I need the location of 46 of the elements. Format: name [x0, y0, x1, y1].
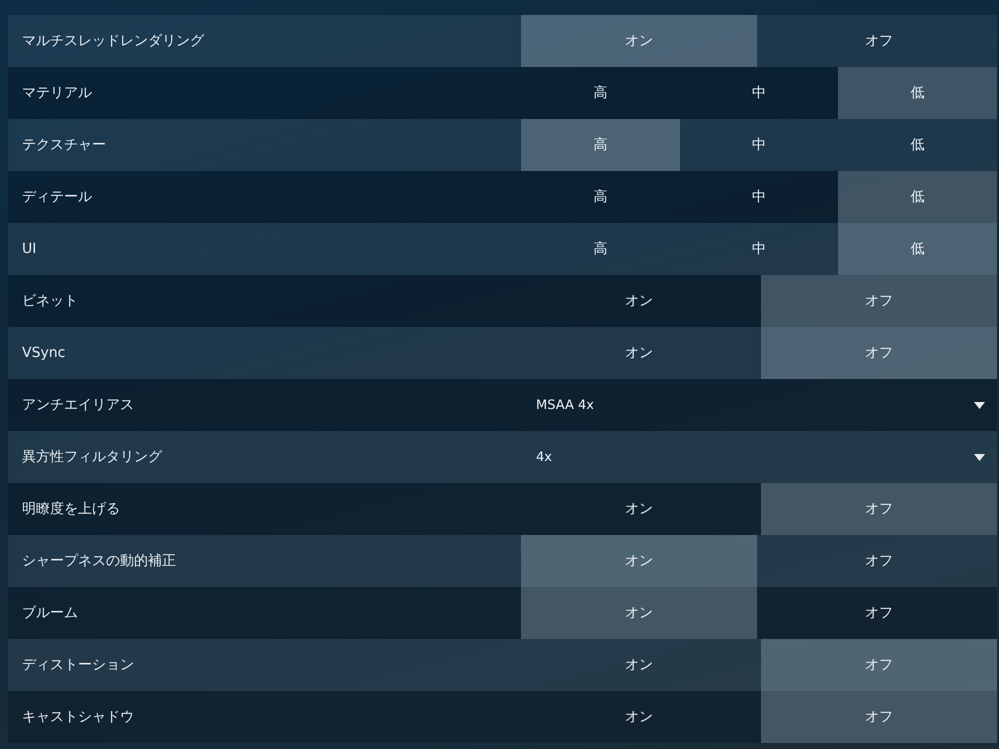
- option-button[interactable]: オフ: [761, 327, 997, 379]
- setting-label: ブルーム: [21, 604, 78, 622]
- option-button[interactable]: オン: [521, 535, 757, 587]
- setting-label: テクスチャー: [21, 136, 106, 154]
- caret-icon: [974, 454, 985, 460]
- option-button[interactable]: オン: [521, 639, 757, 691]
- option-button[interactable]: オン: [521, 15, 757, 67]
- setting-label: ディストーション: [21, 656, 134, 674]
- setting-label: UI: [21, 241, 36, 257]
- option-button[interactable]: 高: [521, 223, 680, 275]
- option-button[interactable]: オフ: [761, 15, 997, 67]
- option-button[interactable]: 低: [838, 171, 998, 223]
- option-button[interactable]: オン: [521, 327, 757, 379]
- option-button[interactable]: 低: [838, 67, 998, 119]
- dropdown[interactable]: 4x: [521, 431, 997, 483]
- option-button[interactable]: オン: [521, 483, 757, 535]
- option-button[interactable]: オフ: [761, 639, 997, 691]
- setting-label: シャープネスの動的補正: [21, 552, 176, 570]
- setting-label: マテリアル: [21, 84, 92, 102]
- option-button[interactable]: 高: [521, 119, 680, 171]
- setting-label: ビネット: [21, 292, 78, 310]
- option-button[interactable]: 高: [521, 67, 680, 119]
- option-button[interactable]: 中: [680, 171, 838, 223]
- setting-label: アンチエイリアス: [21, 396, 134, 414]
- option-button[interactable]: オフ: [761, 535, 997, 587]
- option-button[interactable]: オフ: [761, 587, 997, 639]
- option-button[interactable]: オン: [521, 691, 757, 743]
- caret-icon: [974, 402, 985, 408]
- option-button[interactable]: オン: [521, 275, 757, 327]
- setting-label: ディテール: [21, 188, 92, 206]
- option-button[interactable]: オフ: [761, 483, 997, 535]
- option-button[interactable]: オン: [521, 587, 757, 639]
- setting-label: キャストシャドウ: [21, 708, 134, 726]
- dropdown[interactable]: MSAA 4x: [521, 379, 997, 431]
- setting-label: 明瞭度を上げる: [21, 500, 120, 518]
- option-button[interactable]: オフ: [761, 691, 997, 743]
- option-button[interactable]: 中: [680, 119, 838, 171]
- option-button[interactable]: 高: [521, 171, 680, 223]
- option-button[interactable]: 低: [838, 119, 998, 171]
- option-button[interactable]: 低: [838, 223, 998, 275]
- option-button[interactable]: オフ: [761, 275, 997, 327]
- setting-label: VSync: [21, 345, 66, 361]
- setting-label: 異方性フィルタリング: [21, 448, 162, 466]
- option-button[interactable]: 中: [680, 67, 838, 119]
- setting-label: マルチスレッドレンダリング: [21, 32, 204, 50]
- option-button[interactable]: 中: [680, 223, 838, 275]
